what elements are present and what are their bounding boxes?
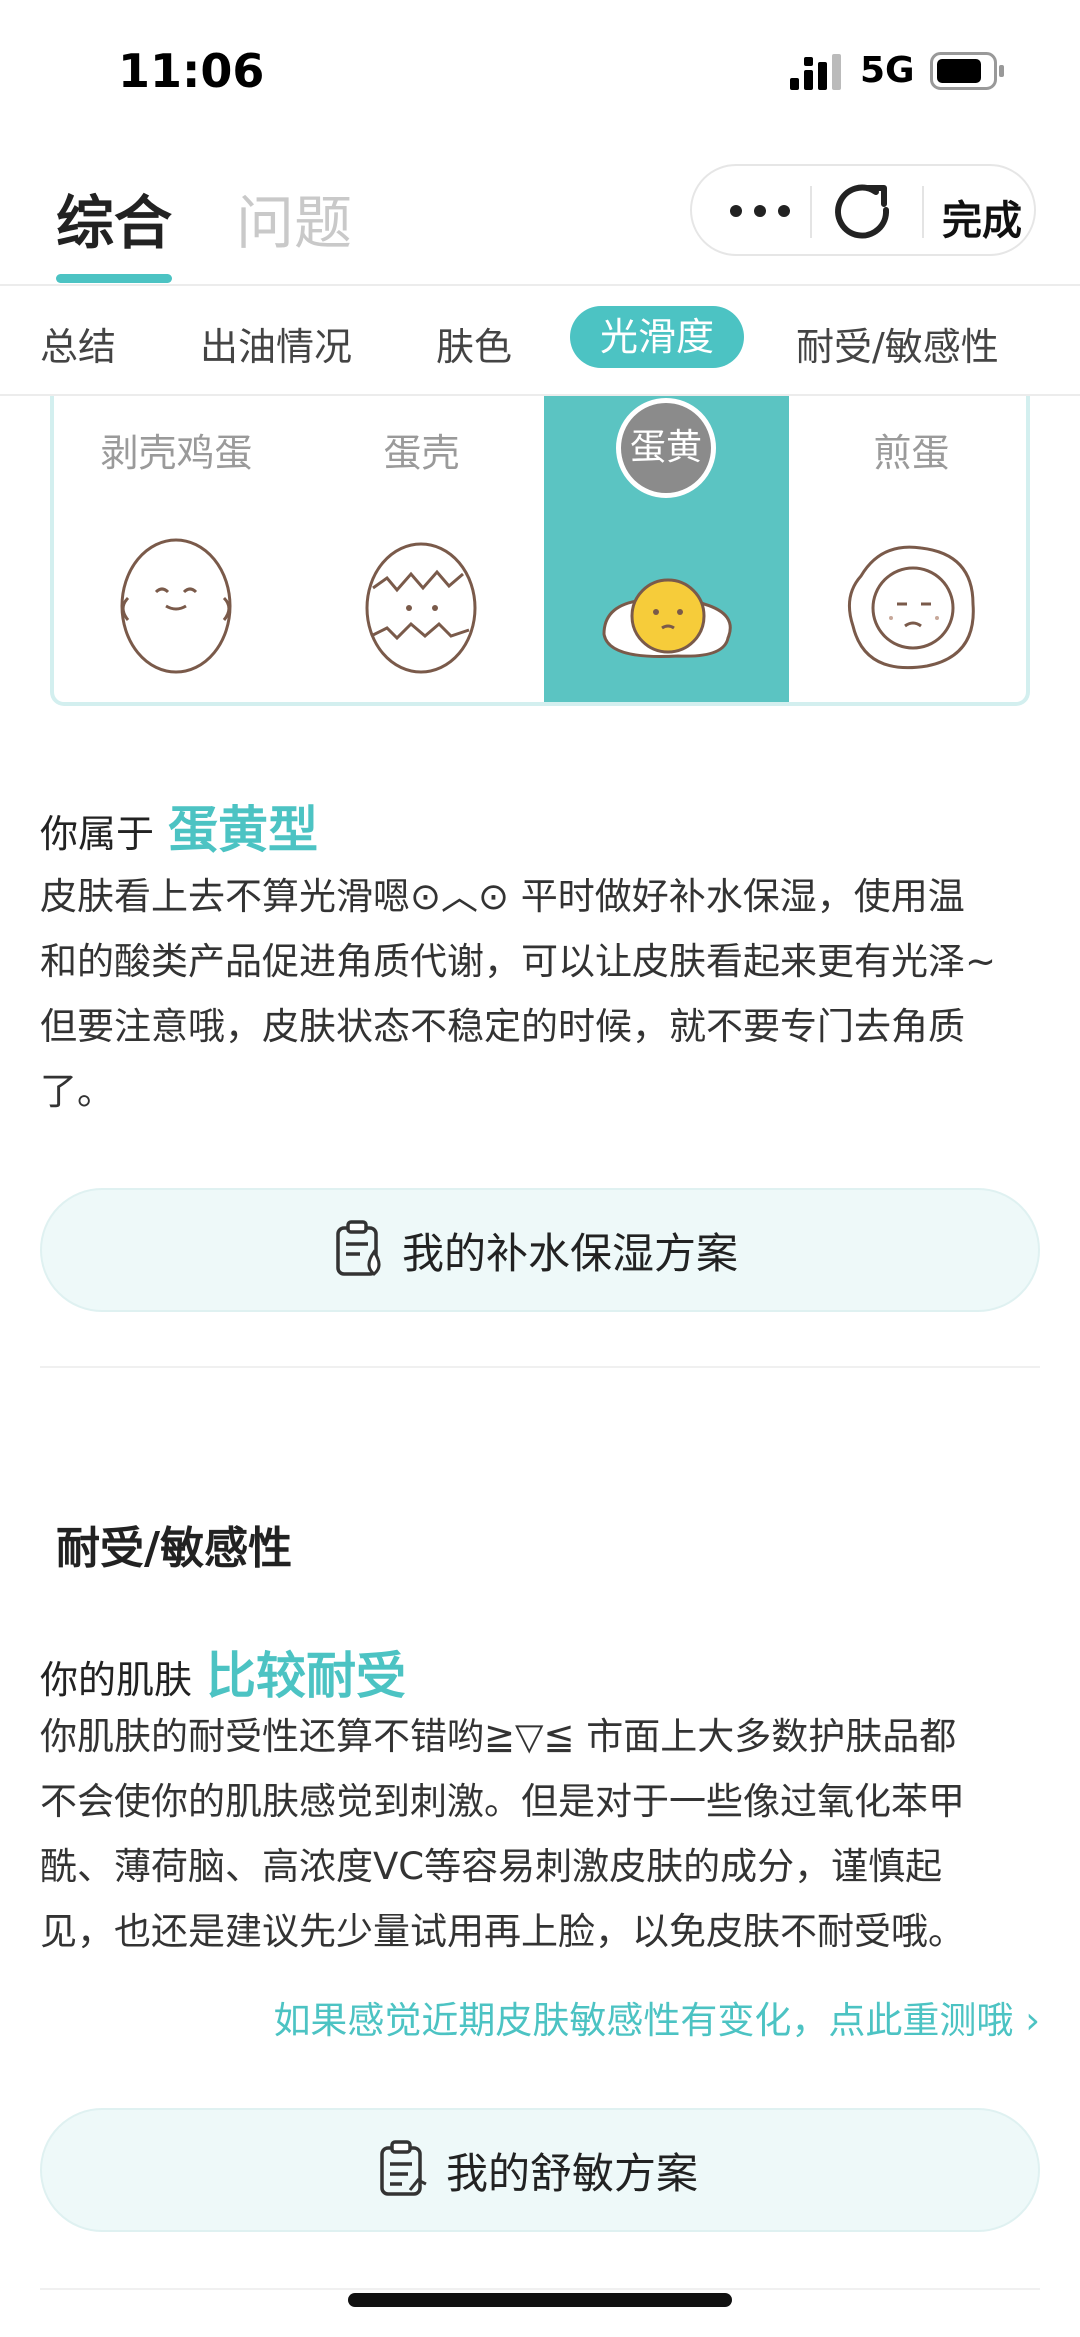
smoothness-description: 皮肤看上去不算光滑嗯⊙︿⊙ 平时做好补水保湿，使用温 和的酸类产品促进角质代谢，… [40, 864, 1050, 1124]
sensitivity-result-line: 你的肌肤 比较耐受 [40, 1636, 406, 1708]
smoothness-result-line: 你属于 蛋黄型 [40, 790, 318, 862]
category-tabs: 总结 出油情况 肤色 光滑度 耐受/敏感性 [0, 288, 1080, 396]
result-prefix: 你属于 [40, 812, 155, 856]
tab-sensitivity[interactable]: 耐受/敏感性 [796, 316, 999, 371]
soothing-plan-label: 我的舒敏方案 [446, 2148, 699, 2198]
active-tab-indicator [56, 274, 172, 283]
network-type: 5G [860, 50, 915, 91]
done-button[interactable]: 完成 [942, 188, 1022, 246]
smoothness-result: 蛋黄型 [168, 801, 319, 859]
egg-option-peeled[interactable]: 剥壳鸡蛋 [54, 396, 299, 702]
capsule-divider [922, 186, 924, 238]
tab-summary[interactable]: 总结 [40, 316, 116, 371]
refresh-icon[interactable] [832, 180, 896, 244]
description-line: 皮肤看上去不算光滑嗯⊙︿⊙ 平时做好补水保湿，使用温 [40, 875, 965, 918]
section-divider [40, 2288, 1040, 2290]
capsule-divider [810, 186, 812, 238]
result-prefix: 你的肌肤 [40, 1658, 193, 1702]
description-line: 不会使你的肌肤感觉到刺激。但是对于一些像过氧化苯甲 [40, 1780, 965, 1823]
home-indicator [348, 2293, 732, 2307]
description-line: 但要注意哦，皮肤状态不稳定的时候，就不要专门去角质 [40, 1005, 965, 1048]
retest-link[interactable]: 如果感觉近期皮肤敏感性有变化，点此重测哦 › [273, 1990, 1040, 2044]
smoothness-scale: 剥壳鸡蛋 蛋壳 蛋黄 煎蛋 [50, 396, 1030, 706]
egg-option-yolk[interactable]: 蛋黄 [544, 396, 789, 702]
top-header: 综合 问题 完成 [0, 140, 1080, 286]
battery-icon [930, 52, 1004, 90]
tab-overview[interactable]: 综合 [56, 176, 172, 260]
description-line: 和的酸类产品促进角质代谢，可以让皮肤看起来更有光泽~ [40, 940, 997, 983]
sensitivity-description: 你肌肤的耐受性还算不错哟≧▽≦ 市面上大多数护肤品都 不会使你的肌肤感觉到刺激。… [40, 1704, 1050, 1964]
mini-program-capsule: 完成 [690, 164, 1036, 256]
plan-clipboard-icon [336, 1220, 381, 1276]
description-line: 了。 [40, 1070, 114, 1113]
status-time: 11:06 [118, 44, 265, 98]
peeled-egg-icon [120, 538, 232, 674]
signal-icon [790, 54, 841, 90]
egg-option-label: 蛋壳 [383, 431, 460, 475]
more-icon[interactable] [720, 186, 800, 236]
sensitivity-result: 比较耐受 [206, 1647, 407, 1705]
egg-option-label: 剥壳鸡蛋 [100, 431, 253, 475]
egg-option-shell[interactable]: 蛋壳 [299, 396, 544, 702]
egg-option-label: 煎蛋 [873, 431, 950, 475]
tab-skin-tone[interactable]: 肤色 [436, 316, 512, 371]
description-line: 酰、薄荷脑、高浓度VC等容易刺激皮肤的成分，谨慎起 [40, 1845, 943, 1888]
hydration-plan-label: 我的补水保湿方案 [402, 1228, 739, 1278]
description-line: 见，也还是建议先少量试用再上脸，以免皮肤不耐受哦。 [40, 1910, 965, 1953]
tab-oil[interactable]: 出油情况 [200, 316, 352, 371]
status-bar: 11:06 5G [0, 0, 1080, 140]
sensitivity-section-title: 耐受/敏感性 [56, 1523, 293, 1574]
cracked-egg-icon [365, 542, 477, 674]
hydration-plan-button[interactable]: 我的补水保湿方案 [40, 1188, 1040, 1312]
tab-smoothness[interactable]: 光滑度 [570, 306, 745, 368]
tab-questions[interactable]: 问题 [236, 176, 352, 260]
egg-yolk-icon [602, 578, 732, 658]
description-line: 你肌肤的耐受性还算不错哟≧▽≦ 市面上大多数护肤品都 [40, 1715, 957, 1758]
soothing-plan-button[interactable]: 我的舒敏方案 [40, 2108, 1040, 2232]
egg-option-fried[interactable]: 煎蛋 [789, 396, 1034, 702]
fried-egg-icon [847, 545, 975, 670]
plan-clipboard-icon [380, 2140, 427, 2196]
egg-option-label-selected: 蛋黄 [616, 398, 716, 498]
section-divider [40, 1366, 1040, 1368]
